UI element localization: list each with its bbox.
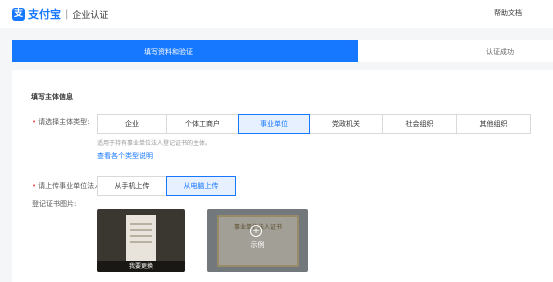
step-2-label: 认证成功 — [486, 48, 514, 56]
entity-type-helper: 适用于持有事业单位法人登记证书的主体。 — [97, 140, 212, 147]
entity-type-selector: 企业 个体工商户 事业单位 党政机关 社会组织 其他组织 — [97, 114, 531, 134]
photo-text-line — [130, 229, 152, 231]
entity-option-other-org[interactable]: 其他组织 — [456, 114, 531, 134]
page-subtitle: 企业认证 — [72, 10, 109, 21]
uploaded-image-thumbnail[interactable]: 我要更换 — [97, 209, 185, 272]
entity-type-label: • 请选择主体类型: — [32, 113, 102, 131]
step-2-bar — [358, 40, 553, 62]
step-arrow — [347, 40, 358, 62]
alipay-logo-icon: 支 — [12, 7, 25, 21]
brand-name: 支付宝 — [28, 8, 61, 21]
form-card: 填写主体信息 • 请选择主体类型: 企业 个体工商户 事业单位 党政机关 社会组织… — [12, 70, 553, 282]
entity-option-party-government[interactable]: 党政机关 — [309, 114, 383, 134]
photo-text-line — [130, 241, 152, 243]
upload-label-text: 请上传事业单位法人登记证书图片: — [32, 182, 102, 208]
sample-label: 示例 — [250, 241, 265, 249]
section-title: 填写主体信息 — [31, 93, 73, 101]
required-mark: • — [32, 182, 37, 190]
photo-text-line — [130, 223, 152, 225]
upload-from-computer-button[interactable]: 从电脑上传 — [166, 176, 236, 196]
entity-option-enterprise[interactable]: 企业 — [97, 114, 167, 134]
view-types-link[interactable]: 查看各个类型说明 — [97, 151, 153, 161]
entity-type-label-text: 请选择主体类型: — [38, 118, 90, 126]
entity-option-individual[interactable]: 个体工商户 — [166, 114, 239, 134]
zoom-plus-icon[interactable]: + — [250, 225, 262, 237]
sample-image-thumbnail[interactable]: 事业单位法人证书 + 示例 — [207, 209, 308, 272]
replace-image-button[interactable]: 我要更换 — [97, 261, 185, 272]
step-1-label: 填写资料和验证 — [144, 48, 193, 56]
certificate-photo — [126, 215, 156, 261]
required-mark: • — [32, 118, 37, 126]
upload-from-phone-button[interactable]: 从手机上传 — [97, 176, 167, 196]
entity-option-public-institution[interactable]: 事业单位 — [238, 114, 310, 134]
progress-steps: 填写资料和验证 认证成功 — [12, 40, 553, 62]
top-bar: 支 支付宝 | 企业认证 帮助文档 — [0, 0, 553, 28]
upload-source-selector: 从手机上传 从电脑上传 — [97, 176, 236, 196]
alipay-logo[interactable]: 支 支付宝 | 企业认证 — [12, 6, 108, 22]
upload-label: • 请上传事业单位法人登记证书图片: — [32, 177, 104, 213]
entity-option-social-org[interactable]: 社会组织 — [382, 114, 457, 134]
photo-text-line — [130, 235, 152, 237]
help-docs-link[interactable]: 帮助文档 — [494, 8, 522, 18]
header-separator: | — [65, 8, 69, 20]
